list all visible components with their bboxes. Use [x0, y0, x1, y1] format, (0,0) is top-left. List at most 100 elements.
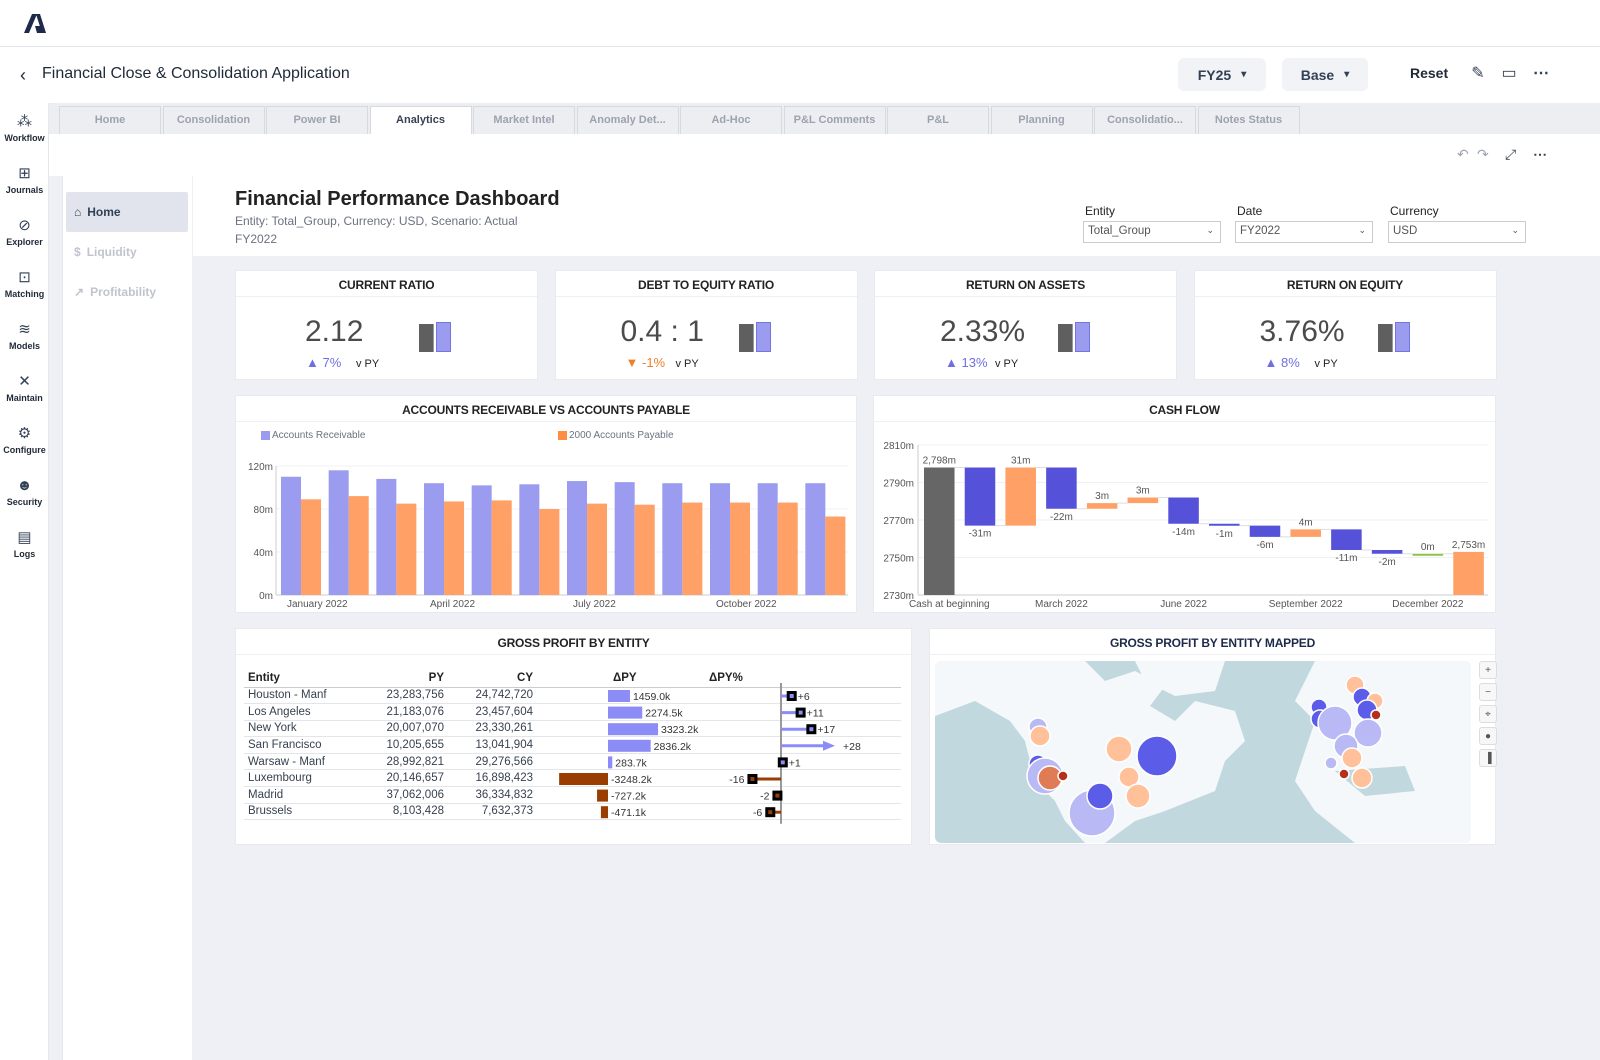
comment-icon[interactable]: ▭: [1499, 63, 1519, 83]
table-row[interactable]: Los Angeles 21,183,076 23,457,604: [244, 703, 901, 721]
bar-accounts-payable[interactable]: [348, 496, 369, 595]
bar-cash-flow-delta[interactable]: [1249, 525, 1281, 537]
rail-item-security[interactable]: ☻ Security: [0, 477, 49, 507]
tab-home[interactable]: Home: [59, 106, 161, 134]
tab-consolidatio[interactable]: Consolidatio...: [1094, 106, 1196, 134]
rail-item-matching[interactable]: ⊡ Matching: [0, 269, 49, 299]
tab-ad-hoc[interactable]: Ad-Hoc: [680, 106, 782, 134]
bar-accounts-payable[interactable]: [587, 503, 608, 595]
bar-cash-flow-delta[interactable]: [1209, 523, 1240, 526]
bar-accounts-payable[interactable]: [777, 502, 798, 595]
pencil-icon[interactable]: ✎: [1468, 63, 1488, 83]
map-bubble[interactable]: [1338, 768, 1350, 780]
tab-p-l-comments[interactable]: P&L Comments: [783, 106, 886, 134]
tab-consolidation[interactable]: Consolidation: [162, 106, 265, 134]
map-bubble[interactable]: [1324, 756, 1338, 770]
column-header-dpy[interactable]: ΔPY: [537, 669, 697, 688]
redo-icon[interactable]: ↷: [1477, 146, 1489, 163]
bar-accounts-payable[interactable]: [634, 504, 655, 595]
bar-cash-beginning[interactable]: [924, 467, 955, 596]
bar-cash-flow-delta[interactable]: [1127, 497, 1159, 504]
chevron-left-icon[interactable]: ‹: [20, 65, 26, 86]
column-header-py[interactable]: PY: [364, 669, 448, 688]
rail-item-journals[interactable]: ⊞ Journals: [0, 165, 49, 195]
bar-accounts-payable[interactable]: [539, 509, 560, 595]
bar-accounts-receivable[interactable]: [519, 484, 540, 595]
map-bubble[interactable]: [1370, 709, 1382, 721]
table-row[interactable]: Madrid 37,062,006 36,334,832: [244, 786, 901, 804]
rail-item-logs[interactable]: ▤ Logs: [0, 529, 49, 559]
rail-item-configure[interactable]: ⚙ Configure: [0, 425, 49, 455]
table-row[interactable]: Brussels 8,103,428 7,632,373: [244, 803, 901, 821]
map-bubble[interactable]: [1341, 747, 1363, 769]
tab-anomaly-det[interactable]: Anomaly Det...: [576, 106, 679, 134]
tab-market-intel[interactable]: Market Intel: [473, 106, 575, 134]
bar-cash-flow-delta[interactable]: [1290, 529, 1321, 537]
bar-cash-flow-delta[interactable]: [1005, 467, 1036, 526]
zoom-fit-icon[interactable]: ⌖: [1479, 705, 1497, 723]
bar-cash-flow-delta[interactable]: [964, 467, 996, 526]
more-icon[interactable]: ⋯: [1533, 146, 1547, 163]
bar-cash-end[interactable]: [1453, 551, 1484, 595]
currency-filter-select[interactable]: USD ⌄: [1388, 221, 1526, 243]
bar-accounts-receivable[interactable]: [328, 470, 349, 595]
entity-filter-select[interactable]: Total_Group ⌄: [1083, 221, 1221, 243]
reset-button[interactable]: Reset: [1410, 65, 1448, 81]
subnav-item-profitability[interactable]: ↗ Profitability: [66, 272, 188, 312]
rail-item-models[interactable]: ≋ Models: [0, 321, 49, 351]
table-row[interactable]: Houston - Manf 23,283,756 24,742,720: [244, 687, 901, 705]
map-bubble[interactable]: [1086, 782, 1114, 810]
bar-accounts-receivable[interactable]: [710, 483, 731, 595]
tab-notes-status[interactable]: Notes Status: [1197, 106, 1300, 134]
bar-accounts-receivable[interactable]: [805, 483, 826, 595]
logo-icon[interactable]: [22, 12, 48, 34]
bar-accounts-receivable[interactable]: [281, 476, 302, 595]
table-row[interactable]: San Francisco 10,205,655 13,041,904: [244, 736, 901, 754]
map-bubble[interactable]: [1057, 770, 1069, 782]
bar-accounts-payable[interactable]: [491, 500, 512, 595]
undo-icon[interactable]: ↶: [1457, 146, 1469, 163]
bar-accounts-receivable[interactable]: [376, 478, 397, 595]
bar-cash-flow-delta[interactable]: [1168, 497, 1199, 524]
tab-p-l[interactable]: P&L: [887, 106, 989, 134]
bar-cash-flow-delta[interactable]: [1412, 553, 1444, 556]
bar-accounts-payable[interactable]: [825, 516, 846, 595]
column-header-dpy-pct[interactable]: ΔPY%: [697, 669, 901, 688]
tab-planning[interactable]: Planning: [990, 106, 1093, 134]
bar-cash-flow-delta[interactable]: [1331, 529, 1362, 550]
rail-item-workflow[interactable]: ⁂ Workflow: [0, 113, 49, 143]
bar-accounts-payable[interactable]: [301, 499, 322, 595]
bar-cash-flow-delta[interactable]: [1371, 550, 1403, 554]
bar-accounts-payable[interactable]: [444, 501, 465, 595]
map-bubble[interactable]: [1136, 735, 1178, 777]
tab-analytics[interactable]: Analytics: [369, 106, 472, 135]
zoom-out-icon[interactable]: −: [1479, 683, 1497, 701]
date-filter-select[interactable]: FY2022 ⌄: [1235, 221, 1373, 243]
map-bubble[interactable]: [1105, 735, 1133, 763]
bar-cash-flow-delta[interactable]: [1046, 467, 1077, 509]
scenario-selector[interactable]: Base ▾: [1282, 58, 1368, 91]
globe-icon[interactable]: ●: [1479, 727, 1497, 745]
bar-accounts-payable[interactable]: [396, 503, 417, 595]
subnav-item-home[interactable]: ⌂ Home: [66, 192, 188, 232]
period-selector[interactable]: FY25 ▾: [1178, 58, 1266, 91]
table-row[interactable]: Luxembourg 20,146,657 16,898,423: [244, 769, 901, 788]
rail-item-explorer[interactable]: ⊘ Explorer: [0, 217, 49, 247]
map-bubble[interactable]: [1125, 783, 1151, 809]
bar-accounts-payable[interactable]: [682, 502, 703, 595]
table-row[interactable]: Warsaw - Manf 28,992,821 29,276,566: [244, 753, 901, 771]
bar-accounts-receivable[interactable]: [757, 483, 778, 595]
column-header-cy[interactable]: CY: [448, 669, 537, 688]
tab-power-bi[interactable]: Power BI: [266, 106, 368, 134]
bar-cash-flow-delta[interactable]: [1086, 503, 1118, 509]
bar-accounts-receivable[interactable]: [662, 483, 683, 595]
bar-accounts-receivable[interactable]: [424, 483, 445, 595]
column-header-entity[interactable]: Entity: [244, 669, 364, 688]
gradient-icon[interactable]: ▐: [1479, 749, 1497, 767]
rail-item-maintain[interactable]: ✕ Maintain: [0, 373, 49, 403]
fullscreen-icon[interactable]: ⤢: [1505, 146, 1516, 163]
bar-accounts-receivable[interactable]: [614, 482, 635, 595]
bar-accounts-receivable[interactable]: [471, 485, 492, 595]
bar-accounts-payable[interactable]: [730, 502, 751, 595]
zoom-in-icon[interactable]: +: [1479, 661, 1497, 679]
